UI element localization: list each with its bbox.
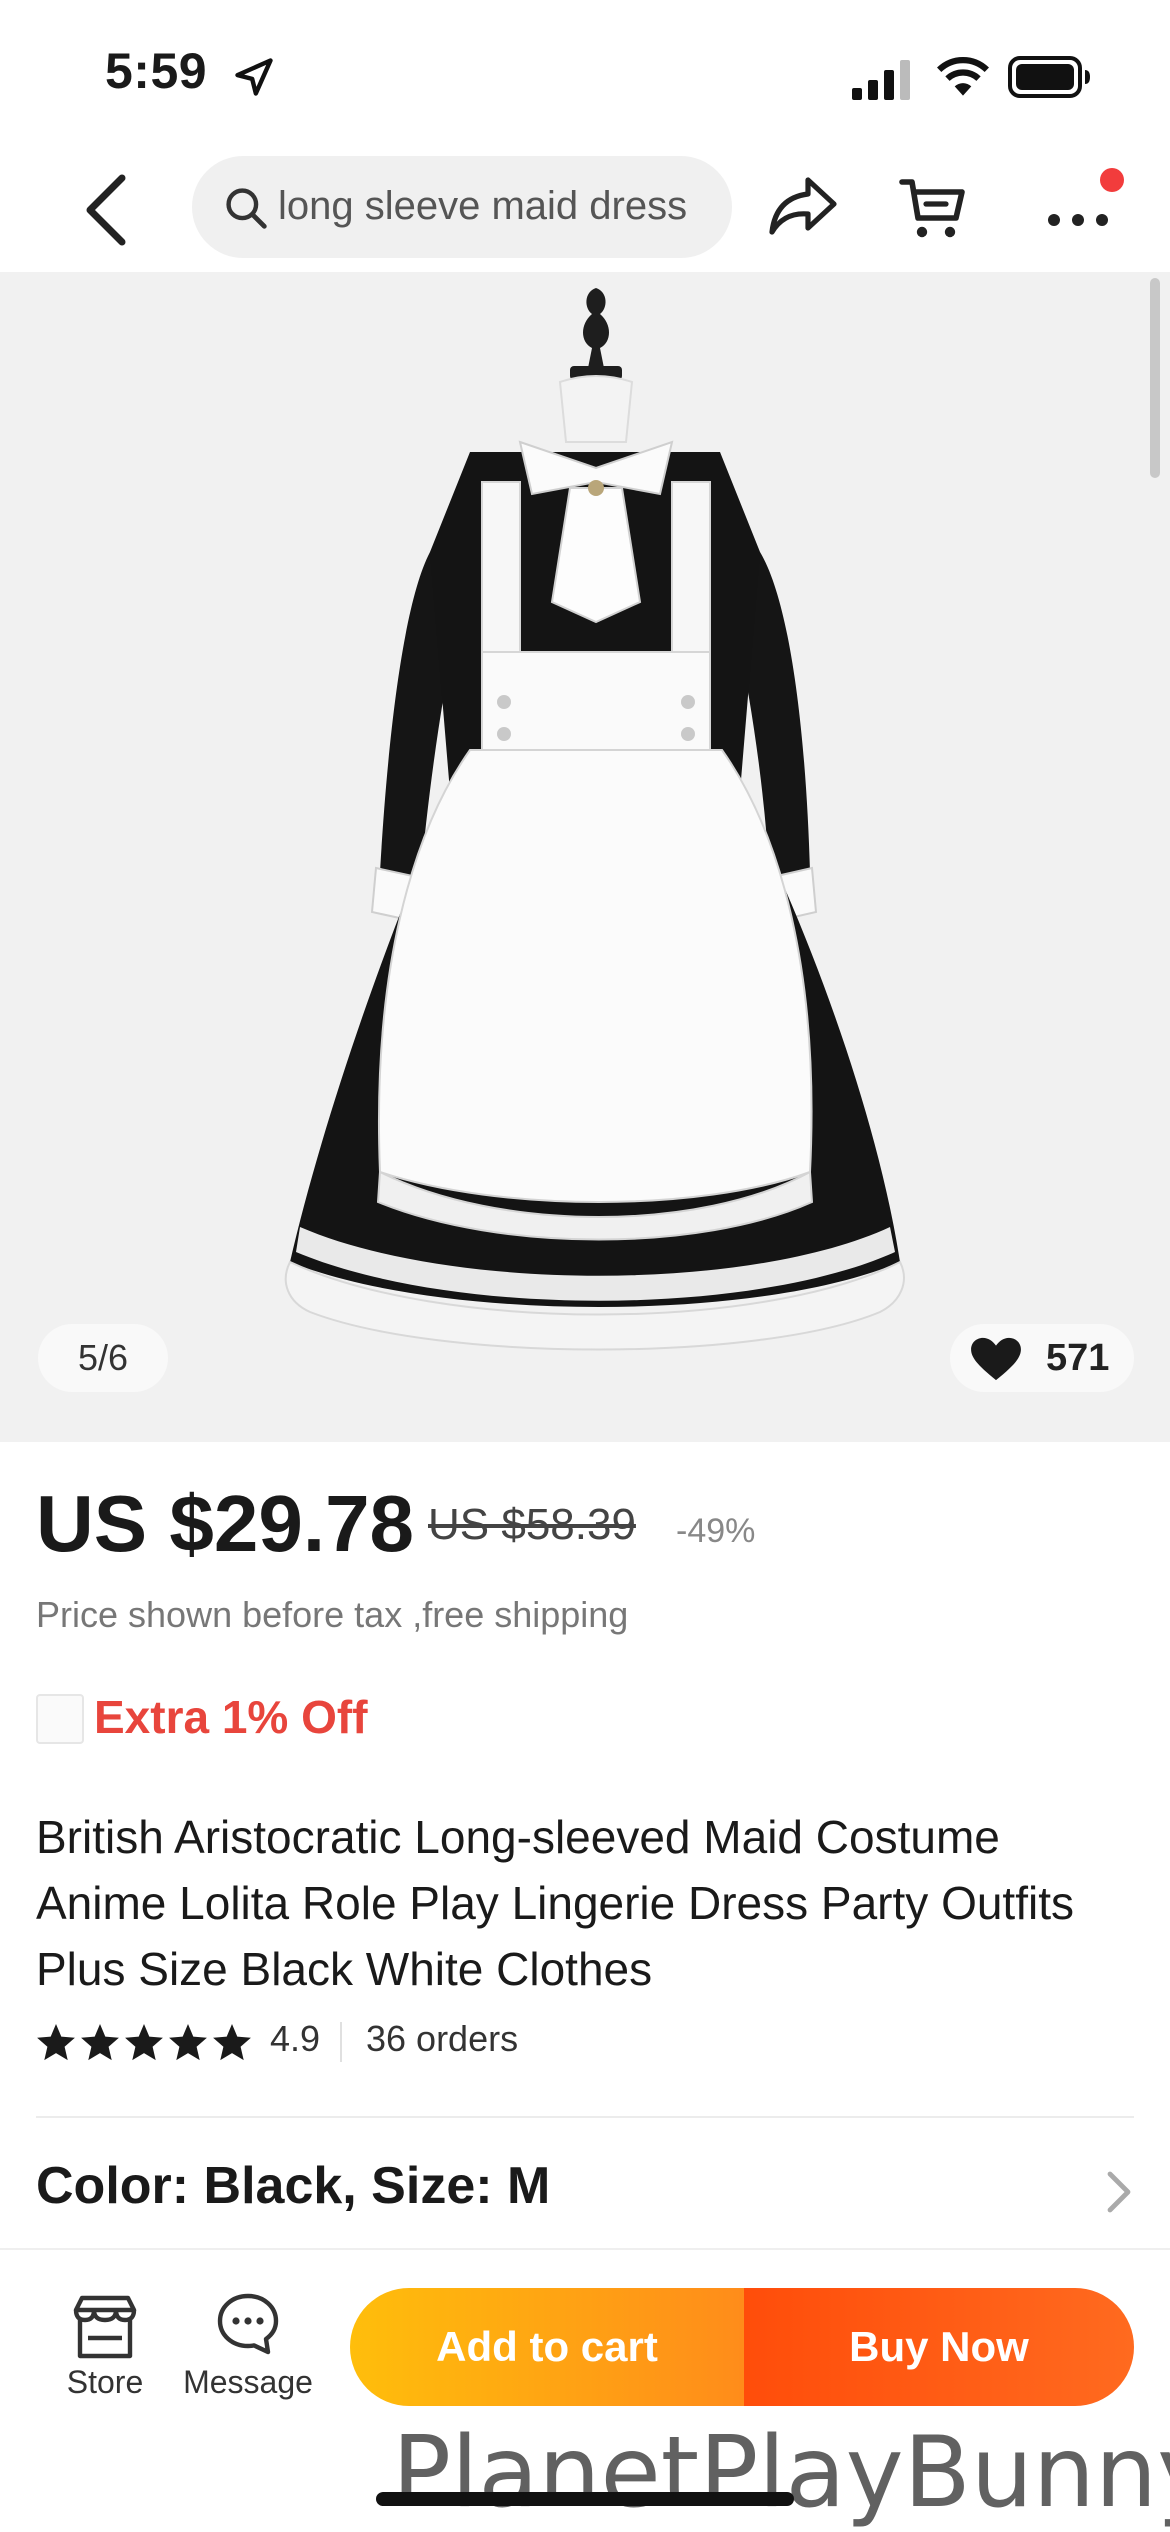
cart-icon[interactable] <box>898 172 968 242</box>
variant-selector[interactable]: Color: Black, Size: M <box>0 2150 1170 2230</box>
coupon-icon <box>36 1694 84 1744</box>
share-icon[interactable] <box>766 174 840 240</box>
message-label: Message <box>183 2364 313 2400</box>
rating-divider <box>340 2022 342 2062</box>
message-button[interactable]: Message <box>180 2286 316 2406</box>
store-label: Store <box>66 2364 144 2400</box>
wishlist-count: 571 <box>1046 1337 1110 1379</box>
buy-now-button[interactable]: Buy Now <box>744 2288 1134 2406</box>
search-query: long sleeve maid dress <box>278 184 688 228</box>
product-title: British Aristocratic Long-sleeved Maid C… <box>36 1811 1074 1995</box>
image-counter: 5/6 <box>38 1324 168 1392</box>
home-indicator[interactable] <box>376 2492 794 2506</box>
rating-value: 4.9 <box>270 2018 321 2059</box>
discount-badge: -49% <box>676 1512 756 1550</box>
store-icon <box>73 2295 137 2359</box>
wifi-icon <box>937 57 989 96</box>
chevron-right-icon <box>1107 2171 1131 2213</box>
product-image <box>284 288 905 1351</box>
product-gallery[interactable]: 5/6 571 <box>0 272 1170 1442</box>
current-price: US $29.78 <box>36 1479 415 1568</box>
variant-label: Color: Black, Size: M <box>36 2157 551 2215</box>
signal-icon <box>852 60 910 100</box>
original-price: US $58.39 <box>428 1500 636 1549</box>
coupon-text: Extra 1% Off <box>94 1691 368 1743</box>
status-time: 5:59 <box>105 43 208 99</box>
search-icon <box>226 188 267 229</box>
location-arrow-icon <box>235 58 273 96</box>
add-to-cart-button[interactable]: Add to cart <box>350 2288 744 2406</box>
back-icon[interactable] <box>70 170 140 250</box>
gallery-scroll-indicator <box>1150 278 1160 478</box>
message-icon <box>217 2293 279 2355</box>
status-bar: 5:59 <box>0 0 1170 150</box>
top-nav: long sleeve maid dress <box>0 150 1170 272</box>
store-button[interactable]: Store <box>50 2286 160 2406</box>
watermark-text: PlanetPlayBunny <box>392 2416 1170 2530</box>
section-divider <box>36 2116 1134 2118</box>
notification-dot <box>1100 168 1124 192</box>
heart-icon <box>971 1337 1021 1381</box>
orders-count: 36 orders <box>366 2018 519 2059</box>
search-input[interactable]: long sleeve maid dress <box>192 156 732 258</box>
tax-note: Price shown before tax ,free shipping <box>36 1594 629 1635</box>
battery-icon <box>1008 56 1090 98</box>
wishlist-button[interactable]: 571 <box>950 1324 1134 1392</box>
star-rating-icon <box>37 2024 251 2061</box>
